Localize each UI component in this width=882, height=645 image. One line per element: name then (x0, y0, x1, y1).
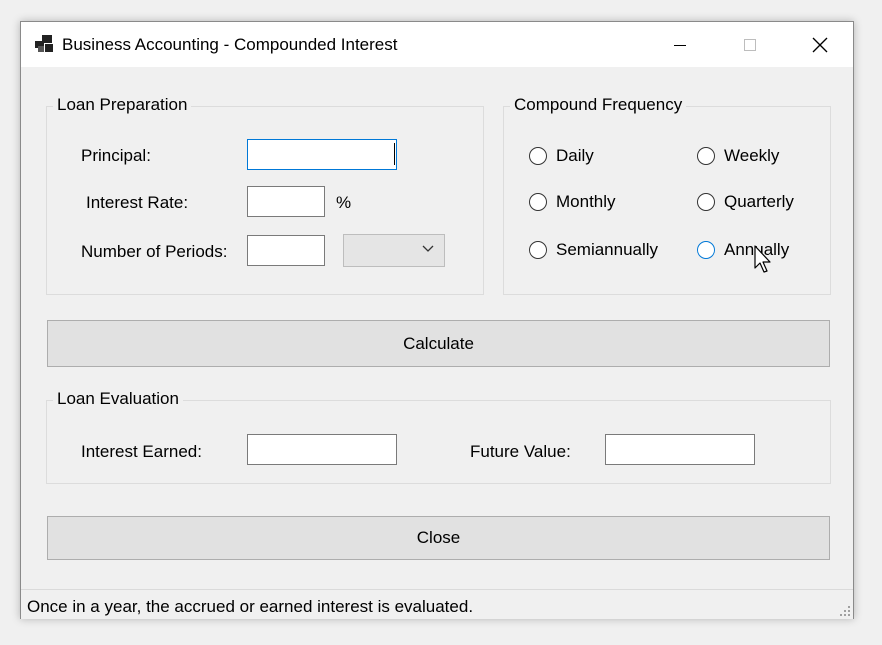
radio-circle (529, 147, 547, 165)
interest-earned-label: Interest Earned: (81, 442, 202, 461)
window-title: Business Accounting - Compounded Interes… (62, 35, 398, 54)
close-icon (812, 37, 828, 52)
interest-rate-label: Interest Rate: (86, 193, 189, 212)
main-window: Business Accounting - Compounded Interes… (20, 21, 854, 619)
text-caret (394, 143, 395, 165)
radio-semiannually[interactable]: Semiannually (529, 240, 658, 260)
loan-preparation-group: Loan Preparation Principal: Interest Rat… (46, 95, 484, 295)
radio-label-monthly: Monthly (556, 192, 616, 211)
radio-label-annually: Annually (724, 240, 790, 259)
close-button[interactable]: Close (47, 516, 830, 560)
radio-monthly[interactable]: Monthly (529, 192, 616, 212)
radio-daily[interactable]: Daily (529, 146, 594, 166)
calculate-button[interactable]: Calculate (47, 320, 830, 367)
radio-annually[interactable]: Annually (697, 240, 789, 260)
compound-frequency-title: Compound Frequency (510, 95, 687, 115)
maximize-icon (744, 38, 756, 51)
radio-label-quarterly: Quarterly (724, 192, 794, 211)
interest-rate-input[interactable] (247, 186, 325, 217)
periods-label: Number of Periods: (81, 242, 228, 261)
future-value-output[interactable] (605, 434, 755, 465)
radio-circle (529, 241, 547, 259)
radio-quarterly[interactable]: Quarterly (697, 192, 794, 212)
loan-evaluation-group: Loan Evaluation Interest Earned: Future … (46, 389, 831, 484)
chevron-down-icon (422, 245, 434, 252)
radio-weekly[interactable]: Weekly (697, 146, 779, 166)
interest-earned-output[interactable] (247, 434, 397, 465)
close-window-button[interactable] (785, 22, 855, 67)
minimize-icon (674, 44, 686, 46)
radio-circle (697, 147, 715, 165)
radio-label-semiannually: Semiannually (556, 240, 659, 259)
loan-evaluation-title: Loan Evaluation (53, 389, 183, 409)
radio-label-daily: Daily (556, 146, 594, 165)
loan-preparation-title: Loan Preparation (53, 95, 192, 115)
title-bar[interactable]: Business Accounting - Compounded Interes… (21, 22, 853, 67)
compound-frequency-group: Compound Frequency Daily Weekly Monthly … (503, 95, 831, 295)
principal-input[interactable] (247, 139, 397, 170)
minimize-button[interactable] (645, 22, 715, 67)
radio-circle (529, 193, 547, 211)
resize-grip-icon[interactable] (839, 605, 851, 617)
maximize-button[interactable] (715, 22, 785, 67)
periods-input[interactable] (247, 235, 325, 266)
app-icon (35, 35, 53, 52)
future-value-label: Future Value: (470, 442, 571, 461)
radio-circle (697, 193, 715, 211)
status-text: Once in a year, the accrued or earned in… (27, 597, 474, 616)
principal-label: Principal: (81, 146, 151, 165)
radio-circle (697, 241, 715, 259)
radio-label-weekly: Weekly (724, 146, 780, 165)
status-bar: Once in a year, the accrued or earned in… (21, 589, 853, 619)
period-unit-dropdown[interactable] (343, 234, 445, 267)
percent-symbol: % (336, 193, 352, 212)
